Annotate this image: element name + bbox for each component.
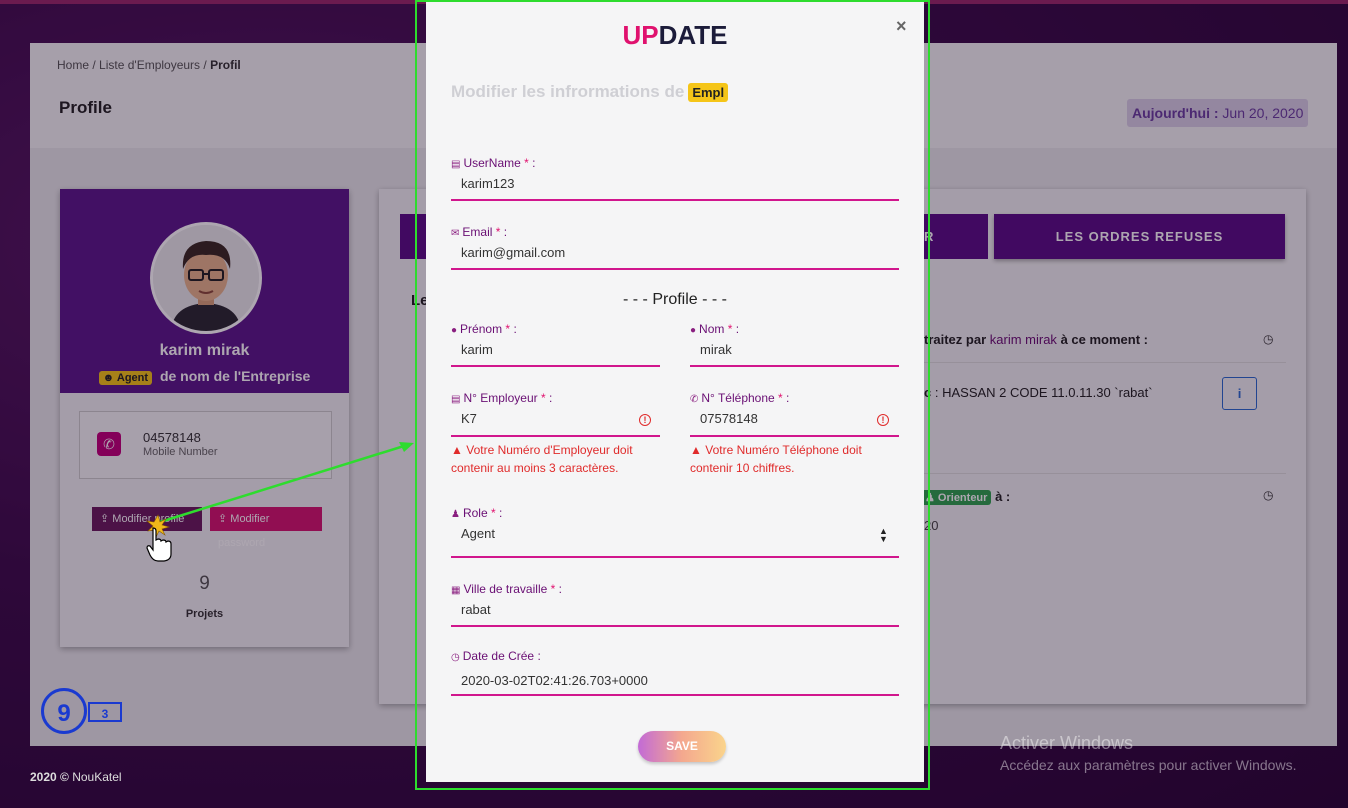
hand-cursor-icon: [146, 527, 172, 562]
click-burst-icon: [145, 514, 171, 538]
annotation-arrow: [145, 442, 414, 562]
